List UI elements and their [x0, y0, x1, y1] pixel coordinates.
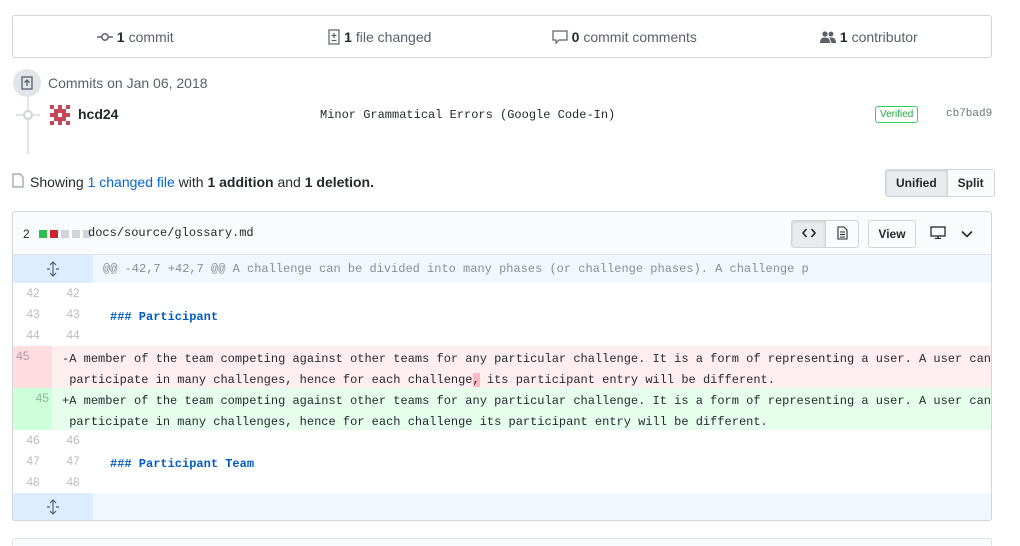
commit-sha-link[interactable]: cb7bad9 — [946, 108, 992, 120]
line-content: participate in many challenges, hence fo… — [62, 373, 473, 387]
showing-prefix: Showing — [30, 174, 84, 190]
diff-line: 44 44 — [13, 325, 991, 346]
chevron-down-icon — [961, 227, 973, 241]
file-icon — [12, 173, 24, 191]
next-section-edge — [12, 538, 992, 546]
diff-line: 48 48 — [13, 472, 991, 493]
diff-line: 46 46 — [13, 430, 991, 451]
unfold-icon[interactable] — [13, 493, 93, 520]
diff-line: 42 42 — [13, 283, 991, 304]
line-content — [93, 325, 991, 346]
avatar[interactable] — [50, 105, 70, 125]
commit-message-link[interactable]: Minor Grammatical Errors (Google Code-In… — [320, 108, 615, 122]
line-content — [93, 430, 991, 451]
file-icon — [836, 225, 848, 243]
diffstat: 2 — [23, 227, 91, 241]
new-line-number[interactable]: 43 — [53, 304, 93, 325]
line-content: ### Participant — [110, 310, 219, 324]
comments-summary[interactable]: 0 commit comments — [502, 16, 747, 57]
and-text: and — [277, 174, 301, 190]
desktop-icon — [930, 226, 946, 242]
diff-line-addition: 45 +A member of the team competing again… — [13, 388, 991, 430]
file-diff: 2 docs/source/glossary.md View @@ -42,7 … — [12, 211, 992, 521]
removed-char-highlight: , — [472, 373, 480, 387]
hunk-footer-row — [13, 493, 991, 520]
file-name-link[interactable]: docs/source/glossary.md — [88, 226, 254, 240]
new-line-number[interactable] — [32, 346, 53, 388]
diff-line: 47 47 ### Participant Team — [13, 451, 991, 472]
diffstat-count: 2 — [23, 227, 30, 241]
line-content: -A member of the team competing against … — [62, 352, 991, 366]
commits-summary[interactable]: 1 commit — [13, 16, 258, 57]
open-desktop-button[interactable] — [926, 220, 950, 248]
old-line-number[interactable]: 44 — [13, 325, 53, 346]
new-line-number[interactable]: 44 — [53, 325, 93, 346]
line-content: +A member of the team competing against … — [62, 394, 991, 408]
new-line-number[interactable]: 45 — [32, 388, 53, 430]
old-line-number[interactable]: 48 — [13, 472, 53, 493]
diffstat-add-block — [38, 230, 47, 238]
file-header: 2 docs/source/glossary.md View — [13, 212, 991, 255]
line-content: ### Participant Team — [110, 457, 255, 471]
additions-count: 1 addition — [207, 174, 274, 190]
commit-author-link[interactable]: hcd24 — [78, 106, 118, 122]
unified-button[interactable]: Unified — [886, 170, 947, 196]
old-line-number[interactable]: 42 — [13, 283, 53, 304]
diff-line-deletion: 45 -A member of the team competing again… — [13, 346, 991, 388]
summary-bar: 1 commit 1 file changed 0 commit comment… — [12, 15, 992, 58]
file-diff-icon — [328, 28, 340, 45]
commits-day-label: Commits on Jan 06, 2018 — [48, 75, 208, 91]
split-button[interactable]: Split — [946, 170, 994, 196]
commits-count: 1 — [116, 28, 125, 45]
file-options-button[interactable] — [956, 220, 978, 248]
verified-badge[interactable]: Verified — [875, 106, 919, 123]
rich-view-button[interactable] — [825, 220, 859, 248]
with-text: with — [178, 174, 204, 190]
new-line-number[interactable]: 47 — [53, 451, 93, 472]
view-file-button[interactable]: View — [868, 220, 916, 248]
comments-count: 0 — [571, 28, 580, 45]
timeline-line — [27, 92, 29, 154]
commits-label: commit — [128, 28, 174, 45]
repo-push-icon — [13, 69, 41, 97]
contributors-label: contributor — [851, 28, 918, 45]
contributors-count: 1 — [839, 28, 848, 45]
hunk-header: @@ -42,7 +42,7 @@ A challenge can be div… — [93, 255, 991, 283]
old-line-number[interactable]: 45 — [13, 346, 33, 388]
commit-icon — [96, 32, 113, 42]
deletions-count: 1 deletion. — [304, 174, 374, 190]
new-line-number[interactable]: 46 — [53, 430, 93, 451]
line-content — [93, 283, 991, 304]
commit-dot — [23, 110, 33, 120]
files-count: 1 — [344, 28, 352, 45]
old-line-number[interactable] — [13, 388, 33, 430]
source-view-button[interactable] — [791, 220, 826, 248]
changed-files-link[interactable]: 1 changed file — [88, 174, 175, 190]
files-label: file changed — [355, 28, 432, 45]
code-icon — [801, 227, 816, 241]
diff-view-toggle: Unified Split — [885, 169, 995, 197]
unfold-icon[interactable] — [13, 255, 93, 283]
diffstat-neutral-block — [71, 230, 80, 238]
line-content: its participant entry will be different. — [479, 373, 775, 387]
old-line-number[interactable]: 46 — [13, 430, 53, 451]
people-icon — [819, 30, 836, 44]
diff-summary: Showing 1 changed file with 1 addition a… — [12, 173, 374, 191]
diff-line: 43 43 ### Participant — [13, 304, 991, 325]
contributors-summary[interactable]: 1 contributor — [747, 16, 992, 57]
line-content — [93, 472, 991, 493]
comment-icon — [551, 29, 568, 44]
new-line-number[interactable]: 42 — [53, 283, 93, 304]
diffstat-del-block — [49, 230, 58, 238]
old-line-number[interactable]: 43 — [13, 304, 53, 325]
old-line-number[interactable]: 47 — [13, 451, 53, 472]
hunk-header-row: @@ -42,7 +42,7 @@ A challenge can be div… — [13, 255, 991, 283]
files-summary[interactable]: 1 file changed — [258, 16, 503, 57]
new-line-number[interactable]: 48 — [53, 472, 93, 493]
comments-label: commit comments — [583, 28, 697, 45]
diffstat-neutral-block — [60, 230, 69, 238]
